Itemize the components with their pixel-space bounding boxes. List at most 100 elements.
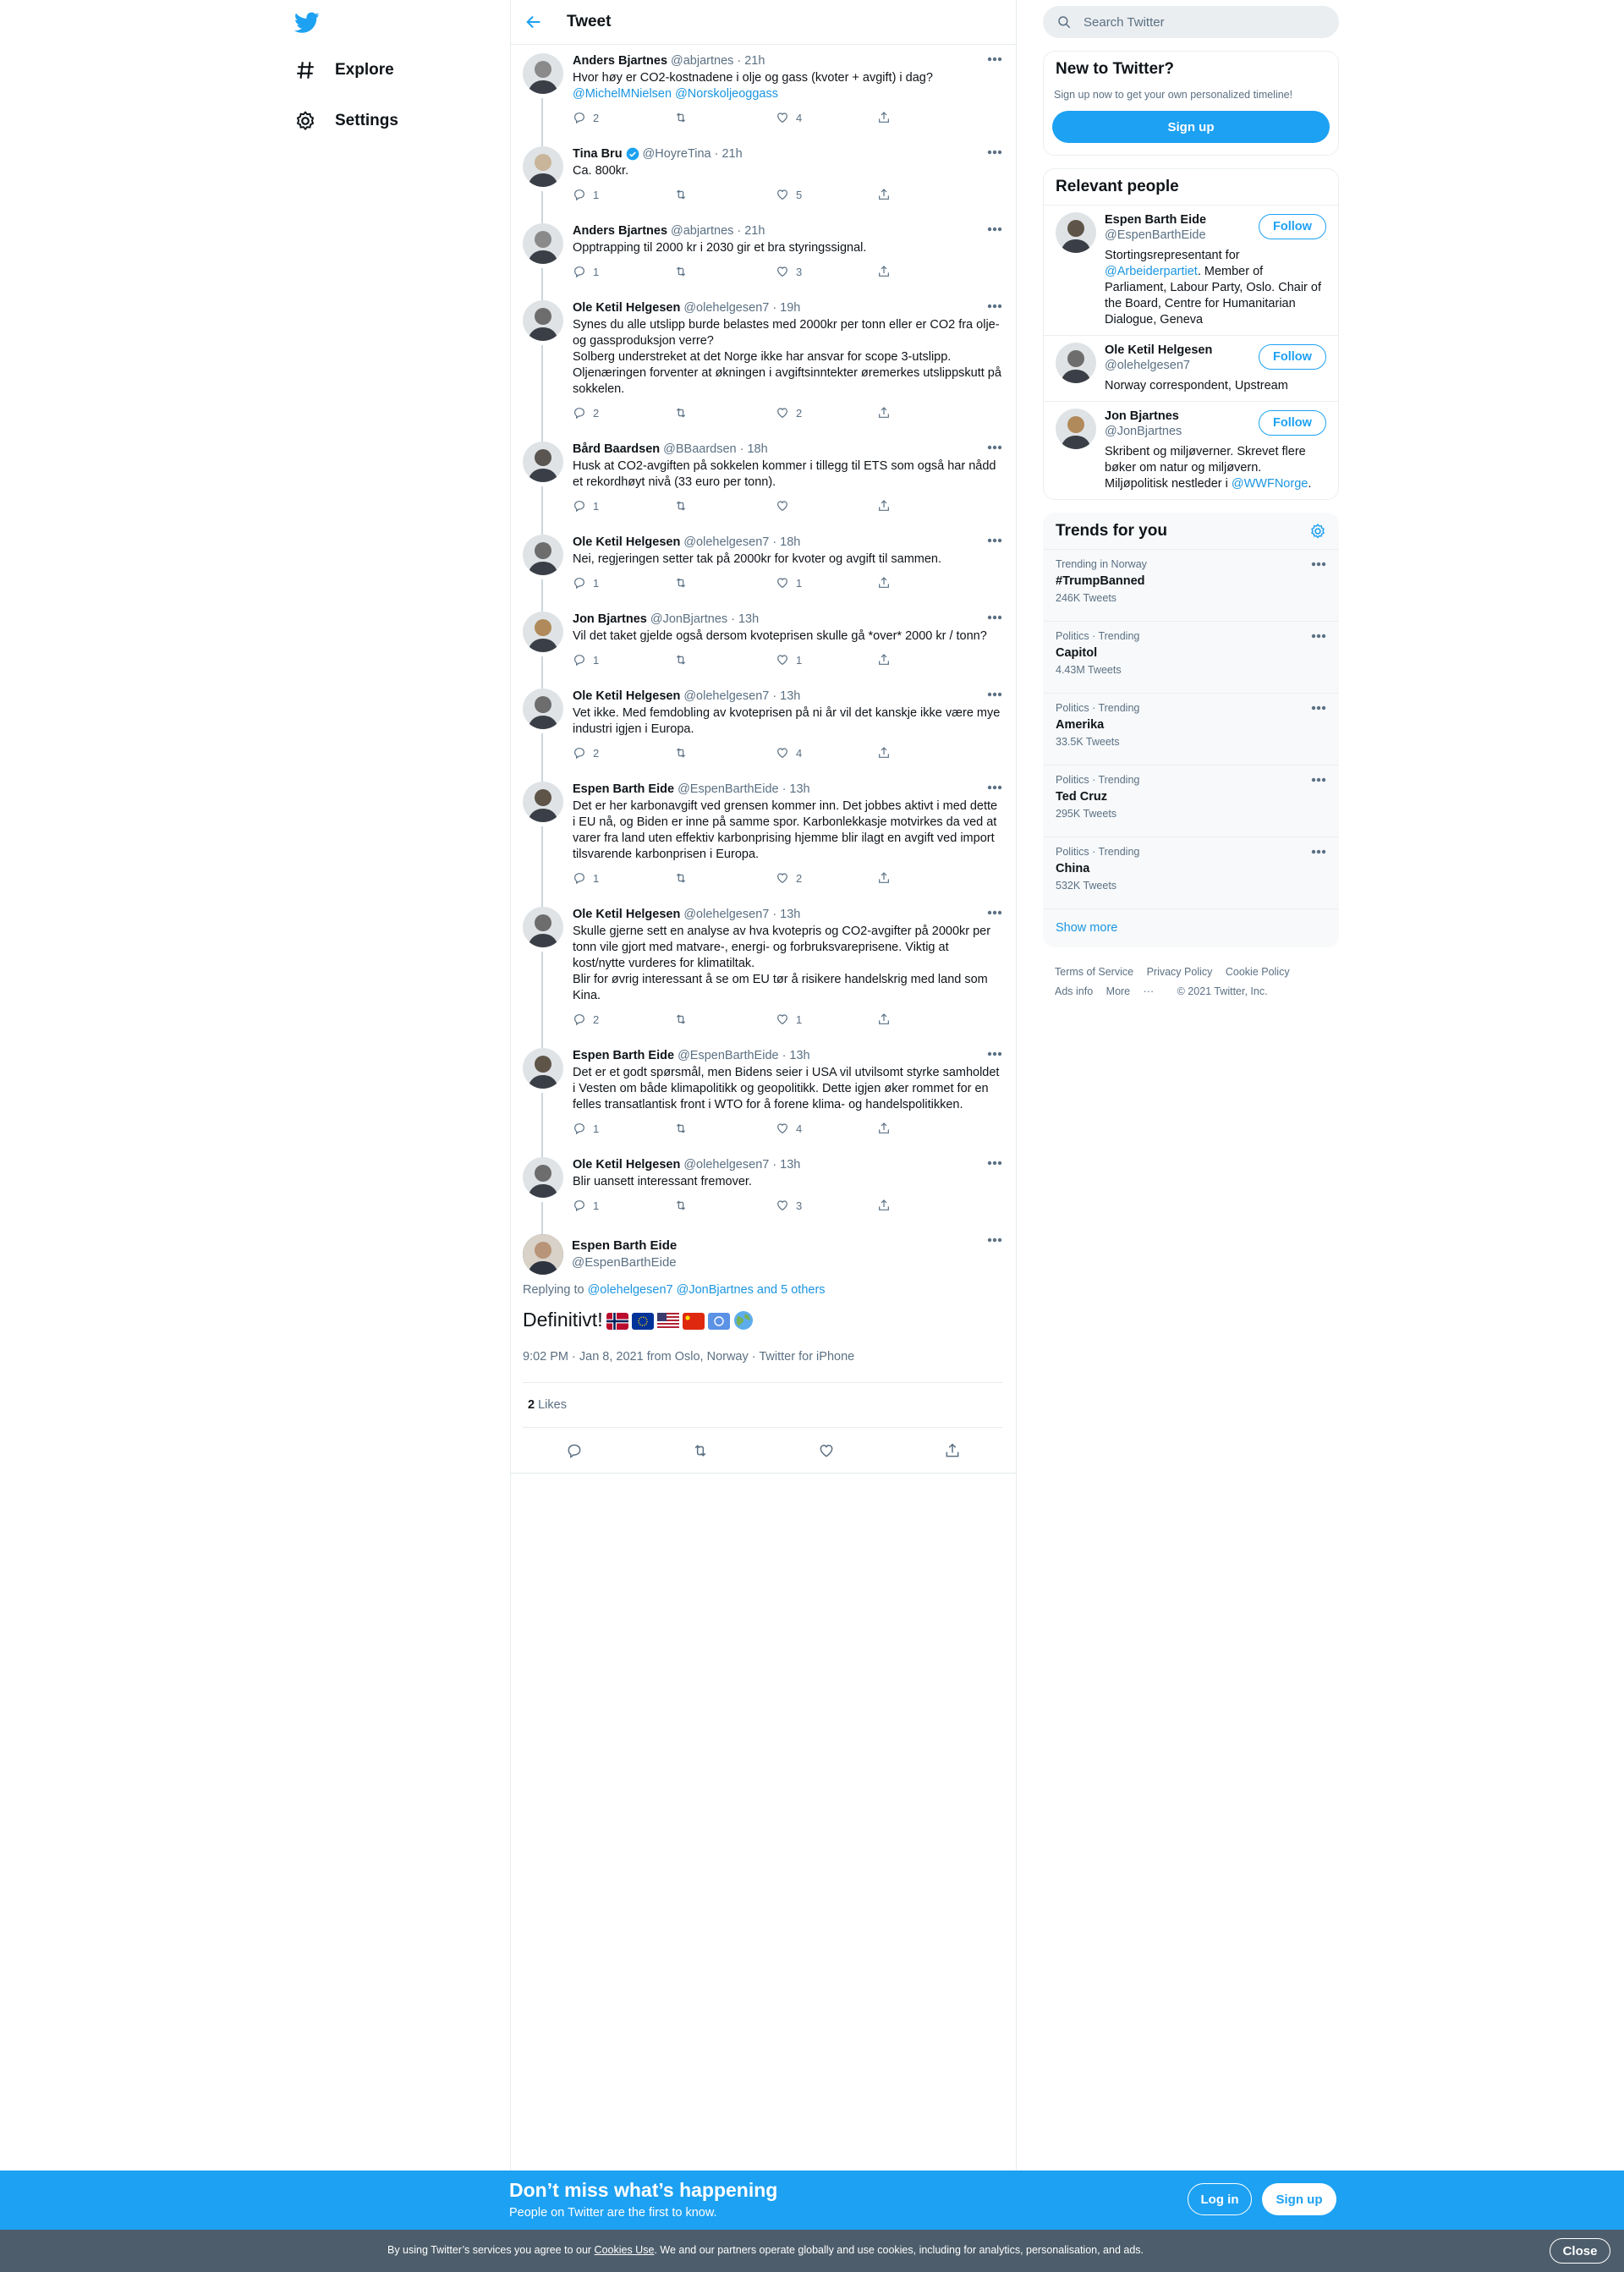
- reply-icon[interactable]: [566, 1442, 583, 1459]
- relevant-person[interactable]: Jon Bjartnes @JonBjartnes Skribent og mi…: [1044, 401, 1338, 499]
- author-handle[interactable]: @EspenBarthEide: [572, 1254, 677, 1271]
- thread-tweet[interactable]: Anders Bjartnes @abjartnes · 21h Hvor hø…: [511, 45, 1016, 146]
- more-options-icon[interactable]: [987, 304, 1002, 309]
- share-button[interactable]: [877, 576, 979, 590]
- author-handle[interactable]: @BBaardsen: [663, 442, 736, 457]
- like-button[interactable]: 3: [776, 1199, 877, 1212]
- avatar[interactable]: [523, 535, 563, 575]
- tweet-time[interactable]: 18h: [780, 535, 800, 550]
- share-button[interactable]: [877, 1122, 979, 1135]
- retweet-button[interactable]: [674, 576, 776, 590]
- search-input[interactable]: Search Twitter: [1084, 15, 1165, 30]
- retweet-button[interactable]: [674, 1122, 776, 1135]
- reply-button[interactable]: 1: [573, 499, 674, 513]
- author-handle[interactable]: @olehelgesen7: [683, 300, 769, 316]
- reply-button[interactable]: 1: [573, 188, 674, 201]
- avatar[interactable]: [523, 1157, 563, 1198]
- bio-mention-link[interactable]: @WWFNorge: [1232, 477, 1308, 491]
- reply-button[interactable]: 1: [573, 871, 674, 885]
- sidebar-signup-button[interactable]: Sign up: [1052, 111, 1330, 143]
- thread-tweet[interactable]: Tina Bru @HoyreTina · 21h Ca. 800kr. 1 5: [511, 138, 1016, 223]
- tweet-time[interactable]: 13h: [789, 1048, 809, 1063]
- retweet-button[interactable]: [674, 1199, 776, 1212]
- signup-button[interactable]: Sign up: [1262, 2183, 1336, 2215]
- avatar[interactable]: [523, 146, 563, 187]
- author-name[interactable]: Ole Ketil Helgesen: [573, 689, 680, 704]
- reply-button[interactable]: 1: [573, 653, 674, 667]
- share-button[interactable]: [877, 406, 979, 420]
- like-button[interactable]: 1: [776, 653, 877, 667]
- tweet-time[interactable]: 13h: [789, 782, 809, 797]
- retweet-button[interactable]: [674, 746, 776, 760]
- tweet-time[interactable]: 21h: [721, 146, 742, 162]
- thread-tweet[interactable]: Ole Ketil Helgesen @olehelgesen7 · 13h V…: [511, 680, 1016, 782]
- share-button[interactable]: [877, 1199, 979, 1212]
- reply-button[interactable]: 2: [573, 1013, 674, 1026]
- author-handle[interactable]: @olehelgesen7: [683, 907, 769, 922]
- more-options-icon[interactable]: [987, 227, 1002, 232]
- more-options-icon[interactable]: [987, 150, 1002, 155]
- share-button[interactable]: [877, 746, 979, 760]
- like-button[interactable]: 4: [776, 1122, 877, 1135]
- avatar[interactable]: [523, 612, 563, 652]
- more-options-icon[interactable]: [987, 615, 1002, 620]
- nav-settings[interactable]: Settings: [294, 110, 398, 132]
- bio-mention-link[interactable]: @Arbeiderpartiet: [1105, 265, 1198, 278]
- tweet-time[interactable]: 13h: [780, 1157, 800, 1172]
- retweet-button[interactable]: [674, 188, 776, 201]
- replying-to-link[interactable]: @olehelgesen7 @JonBjartnes and 5 others: [588, 1283, 826, 1297]
- follow-button[interactable]: Follow: [1259, 214, 1326, 239]
- nav-explore[interactable]: Explore: [294, 59, 394, 81]
- avatar[interactable]: [1056, 409, 1096, 449]
- trend-item[interactable]: Politics · Trending Amerika 33.5K Tweets: [1044, 693, 1338, 765]
- more-options-icon[interactable]: [987, 538, 1002, 543]
- author-name[interactable]: Anders Bjartnes: [573, 223, 667, 239]
- more-options-icon[interactable]: [987, 445, 1002, 450]
- reply-button[interactable]: 1: [573, 1122, 674, 1135]
- share-button[interactable]: [877, 188, 979, 201]
- author-handle[interactable]: @abjartnes: [671, 223, 733, 239]
- tweet-time[interactable]: 13h: [738, 612, 759, 627]
- more-options-icon[interactable]: [987, 692, 1002, 697]
- thread-tweet[interactable]: Jon Bjartnes @JonBjartnes · 13h Vil det …: [511, 603, 1016, 689]
- share-button[interactable]: [877, 871, 979, 885]
- like-button[interactable]: 1: [776, 576, 877, 590]
- author-name[interactable]: Bård Baardsen: [573, 442, 660, 457]
- reply-button[interactable]: 1: [573, 576, 674, 590]
- privacy-link[interactable]: Privacy Policy: [1147, 966, 1213, 978]
- share-button[interactable]: [877, 1013, 979, 1026]
- thread-tweet[interactable]: Ole Ketil Helgesen @olehelgesen7 · 13h S…: [511, 898, 1016, 1048]
- share-button[interactable]: [877, 111, 979, 124]
- show-more-link[interactable]: Show more: [1044, 908, 1338, 947]
- retweet-button[interactable]: [674, 111, 776, 124]
- retweet-button[interactable]: [674, 265, 776, 278]
- more-options-icon[interactable]: [1311, 634, 1326, 639]
- author-name[interactable]: Espen Barth Eide: [573, 782, 674, 797]
- retweet-button[interactable]: [674, 499, 776, 513]
- author-handle[interactable]: @JonBjartnes: [650, 612, 727, 627]
- author-handle[interactable]: @olehelgesen7: [683, 689, 769, 704]
- more-options-icon[interactable]: [987, 785, 1002, 790]
- author-handle[interactable]: @olehelgesen7: [683, 535, 769, 550]
- more-options-icon[interactable]: [1311, 705, 1326, 711]
- likes-count[interactable]: 2 Likes: [523, 1383, 1002, 1428]
- like-button[interactable]: 2: [776, 871, 877, 885]
- like-button[interactable]: 5: [776, 188, 877, 201]
- cookie-policy-link[interactable]: Cookie Policy: [1226, 966, 1290, 978]
- thread-tweet[interactable]: Ole Ketil Helgesen @olehelgesen7 · 13h B…: [511, 1149, 1016, 1234]
- thread-tweet[interactable]: Bård Baardsen @BBaardsen · 18h Husk at C…: [511, 433, 1016, 535]
- share-button[interactable]: [877, 653, 979, 667]
- tweet-time[interactable]: 19h: [780, 300, 800, 316]
- cookie-close-button[interactable]: Close: [1550, 2238, 1610, 2264]
- reply-button[interactable]: 2: [573, 111, 674, 124]
- author-name[interactable]: Anders Bjartnes: [573, 53, 667, 69]
- search-box[interactable]: Search Twitter: [1043, 6, 1339, 38]
- ads-info-link[interactable]: Ads info: [1055, 985, 1093, 997]
- like-button[interactable]: 3: [776, 265, 877, 278]
- relevant-person[interactable]: Ole Ketil Helgesen @olehelgesen7 Norway …: [1044, 335, 1338, 401]
- more-options-icon[interactable]: [987, 1161, 1002, 1166]
- retweet-icon[interactable]: [692, 1442, 709, 1459]
- more-options-icon[interactable]: [1311, 777, 1326, 782]
- tweet-time[interactable]: 13h: [780, 907, 800, 922]
- share-button[interactable]: [877, 499, 979, 513]
